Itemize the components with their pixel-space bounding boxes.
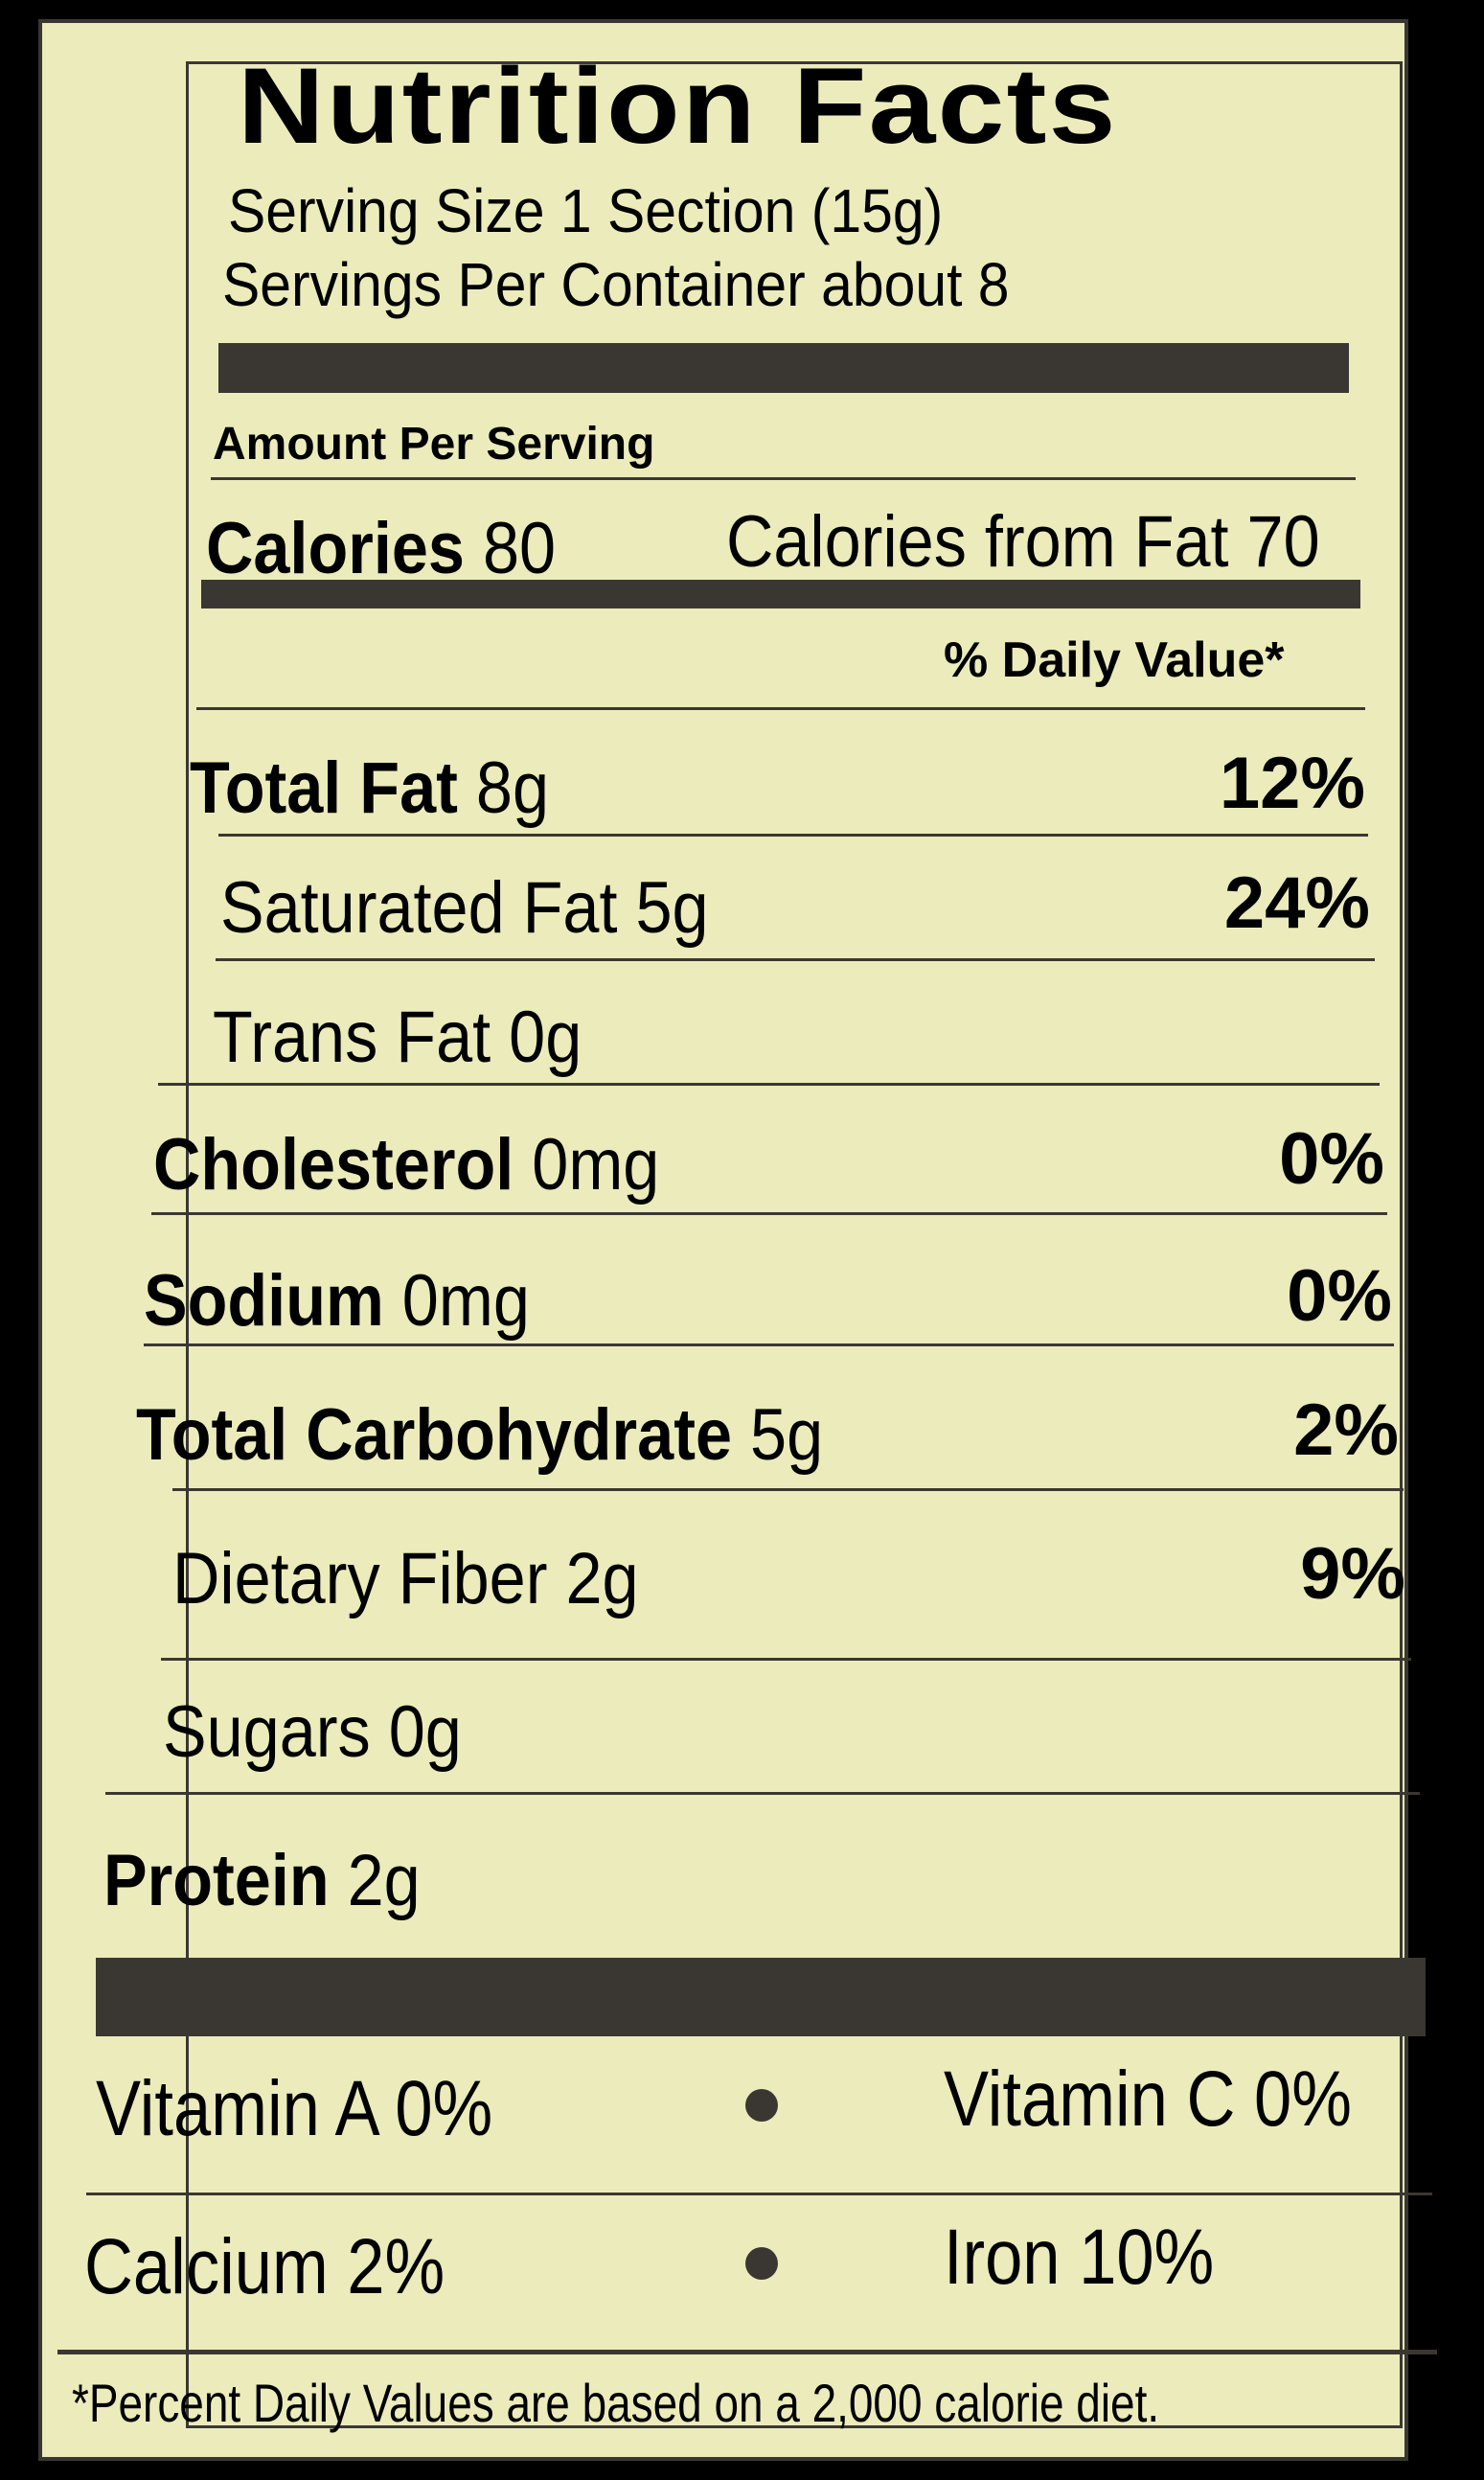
divider (216, 958, 1375, 961)
nutrient-dv: 9% (1300, 1533, 1405, 1615)
divider (158, 1083, 1380, 1086)
medium-divider (201, 580, 1360, 609)
divider (172, 1488, 1404, 1491)
calories-value: 80 (482, 508, 557, 589)
nutrient-row-total-fat: Total Fat 8g (190, 752, 549, 825)
footnote-border (57, 2350, 1437, 2354)
thick-divider-top (218, 343, 1349, 393)
nutrient-label: Sodium (144, 1260, 384, 1342)
nutrient-label: Protein (103, 1840, 330, 1921)
serving-size: Serving Size 1 Section (15g) (228, 176, 944, 245)
bullet-dot (745, 2089, 778, 2122)
nutrient-amount: 0mg (401, 1260, 530, 1342)
nutrient-dv: 12% (1219, 743, 1365, 824)
nutrient-label: Total Carbohydrate (136, 1394, 733, 1476)
nutrient-amount: 0mg (532, 1124, 660, 1206)
divider (151, 1212, 1387, 1215)
nutrient-row-total-carbohydrate: Total Carbohydrate 5g (136, 1399, 823, 1472)
divider (105, 1792, 1420, 1795)
amount-per-serving: Amount Per Serving (213, 419, 655, 470)
nutrient-dv: 0% (1279, 1118, 1384, 1200)
nutrient-amount: 0g (509, 997, 582, 1078)
bullet-dot (745, 2247, 778, 2280)
calories-from-fat: Calories from Fat 70 (726, 501, 1320, 583)
calcium: Calcium 2% (84, 2223, 445, 2310)
daily-value-header: % Daily Value* (944, 632, 1285, 688)
nutrient-amount: 5g (635, 867, 709, 949)
nutrient-amount: 2g (565, 1538, 639, 1619)
nutrient-amount: 0g (388, 1691, 462, 1773)
label-title: Nutrition Facts (238, 46, 1118, 166)
nutrient-dv: 2% (1293, 1389, 1399, 1471)
nutrient-row-sodium: Sodium 0mg (144, 1265, 530, 1338)
vitamin-a: Vitamin A 0% (96, 2065, 493, 2152)
vitamin-c: Vitamin C 0% (944, 2055, 1352, 2143)
divider (218, 834, 1368, 837)
thick-divider-bottom (96, 1958, 1426, 2036)
divider (161, 1658, 1411, 1661)
nutrient-label: Cholesterol (153, 1124, 514, 1206)
nutrient-amount: 2g (347, 1840, 421, 1921)
nutrient-row-sugars: Sugars 0g (163, 1696, 462, 1769)
nutrient-dv: 0% (1287, 1255, 1392, 1337)
divider (144, 1343, 1394, 1346)
nutrient-row-trans-fat: Trans Fat 0g (213, 1001, 582, 1074)
nutrient-label: Sugars (163, 1691, 371, 1773)
nutrient-label: Trans Fat (213, 997, 491, 1078)
calories-row: Calories 80 (206, 513, 556, 586)
nutrient-row-dietary-fiber: Dietary Fiber 2g (172, 1543, 639, 1616)
nutrient-label: Saturated Fat (220, 867, 618, 949)
divider (86, 2193, 1432, 2195)
nutrient-row-cholesterol: Cholesterol 0mg (153, 1129, 659, 1202)
nutrient-amount: 8g (475, 747, 550, 829)
calories-label: Calories (206, 508, 465, 589)
nutrient-amount: 5g (750, 1394, 824, 1476)
nutrient-label: Total Fat (190, 747, 458, 829)
nutrient-label: Dietary Fiber (172, 1538, 548, 1619)
footnote: *Percent Daily Values are based on a 2,0… (72, 2373, 1160, 2433)
divider (196, 707, 1365, 710)
nutrient-dv: 24% (1223, 862, 1370, 944)
nutrient-row-saturated-fat: Saturated Fat 5g (220, 872, 709, 945)
iron: Iron 10% (944, 2214, 1215, 2301)
divider (211, 477, 1356, 480)
servings-per-container: Servings Per Container about 8 (222, 250, 1010, 319)
nutrient-row-protein: Protein 2g (103, 1845, 421, 1917)
